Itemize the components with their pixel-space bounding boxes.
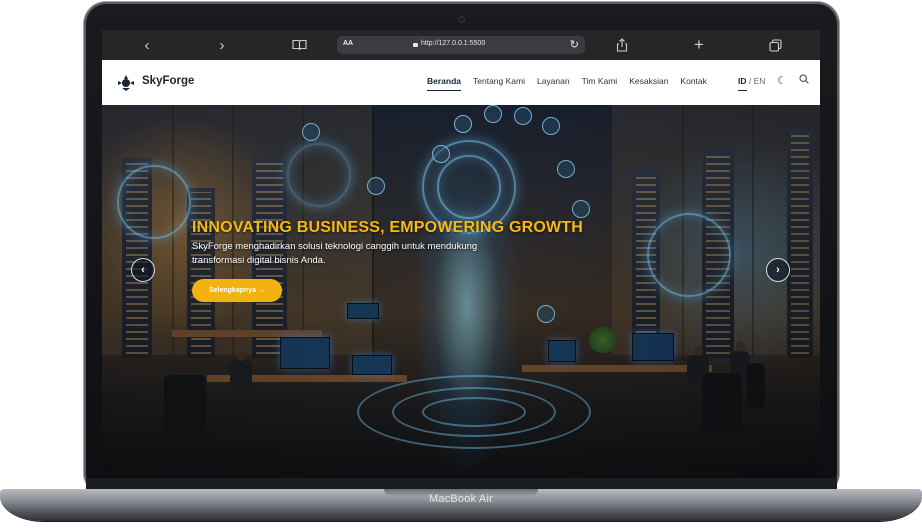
camera xyxy=(459,17,464,22)
moon-icon[interactable]: ☾ xyxy=(777,74,787,87)
nav-kesaksian[interactable]: Kesaksian xyxy=(629,76,668,86)
lang-separator: / xyxy=(748,76,752,86)
learn-more-button[interactable]: Selengkapnya → xyxy=(192,279,282,302)
hero-subtitle: SkyForge menghadirkan solusi teknologi c… xyxy=(192,241,478,266)
lang-en[interactable]: EN xyxy=(754,76,766,86)
carousel-next-button[interactable]: › xyxy=(766,258,790,282)
share-icon[interactable] xyxy=(610,35,634,55)
chevron-left-icon: ‹ xyxy=(141,264,145,276)
chevron-right-icon: › xyxy=(776,264,780,276)
search-icon[interactable] xyxy=(799,74,809,87)
forward-icon[interactable]: › xyxy=(210,35,234,55)
language-switcher: ID / EN xyxy=(738,76,765,86)
back-icon[interactable]: ‹ xyxy=(135,35,159,55)
bookmarks-icon[interactable] xyxy=(287,35,311,55)
tabs-overview-icon[interactable] xyxy=(763,35,787,55)
url-text: http://127.0.0.1:5500 xyxy=(421,40,486,47)
laptop-screen: ‹ › AA http://127.0.0.1:5500 ↻ + SkyForg… xyxy=(102,30,820,478)
carousel-prev-button[interactable]: ‹ xyxy=(131,258,155,282)
nav-beranda[interactable]: Beranda xyxy=(427,76,462,91)
hero-title: INNOVATING BUSINESS, EMPOWERING GROWTH xyxy=(192,219,584,236)
main-menu: Beranda Tentang Kami Layanan Tim Kami Ke… xyxy=(427,76,719,91)
reload-icon[interactable]: ↻ xyxy=(570,38,579,51)
lock-icon xyxy=(413,43,418,47)
new-tab-icon[interactable]: + xyxy=(687,35,711,55)
site-navbar: SkyForge Beranda Tentang Kami Layanan Ti… xyxy=(102,60,820,106)
skyforge-logo-icon[interactable] xyxy=(116,73,136,93)
address-bar[interactable]: AA http://127.0.0.1:5500 ↻ xyxy=(337,36,585,54)
lang-id[interactable]: ID xyxy=(738,76,747,86)
hero-banner: INNOVATING BUSINESS, EMPOWERING GROWTH S… xyxy=(102,105,820,478)
device-label: MacBook Air xyxy=(429,493,493,505)
nav-layanan[interactable]: Layanan xyxy=(537,76,570,86)
reader-button[interactable]: AA xyxy=(343,40,353,47)
nav-kontak[interactable]: Kontak xyxy=(680,76,706,86)
brand-name[interactable]: SkyForge xyxy=(142,75,194,87)
nav-tim-kami[interactable]: Tim Kami xyxy=(582,76,618,86)
browser-toolbar: ‹ › AA http://127.0.0.1:5500 ↻ + xyxy=(102,30,820,60)
nav-tentang-kami[interactable]: Tentang Kami xyxy=(473,76,525,86)
